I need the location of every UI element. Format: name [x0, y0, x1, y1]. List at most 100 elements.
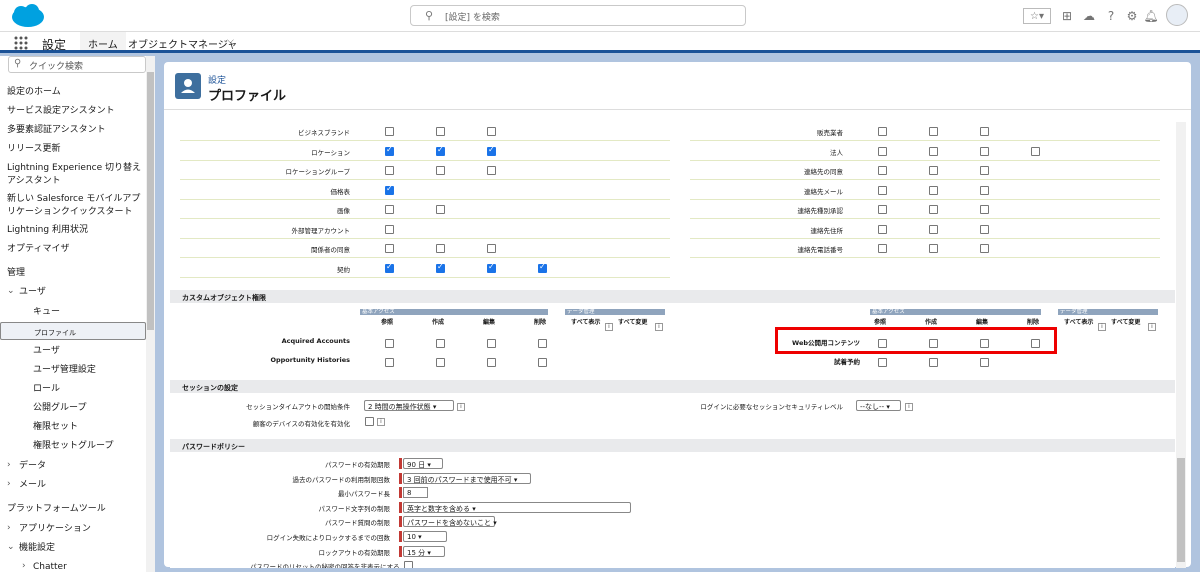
permission-checkbox[interactable] [980, 127, 989, 136]
tab-home[interactable]: ホーム [80, 32, 126, 53]
bell-icon[interactable]: 🔔︎ [1143, 8, 1159, 24]
sidebar-item-chatter[interactable]: Chatter [33, 561, 155, 572]
sidebar-subitem[interactable]: 公開グループ [33, 402, 155, 415]
permission-checkbox[interactable] [878, 166, 887, 175]
sidebar-item[interactable]: 多要素認証アシスタント [7, 124, 147, 137]
permission-checkbox[interactable] [487, 358, 496, 367]
permission-checkbox[interactable] [929, 166, 938, 175]
info-icon[interactable]: i [905, 403, 913, 411]
content-scroll-thumb[interactable] [1177, 458, 1185, 562]
permission-checkbox[interactable] [878, 127, 887, 136]
permission-checkbox[interactable] [538, 262, 547, 273]
permission-checkbox[interactable] [436, 262, 445, 273]
permission-checkbox[interactable] [929, 146, 938, 156]
permission-checkbox[interactable] [878, 358, 887, 367]
permission-checkbox[interactable] [436, 145, 445, 156]
sidebar-item[interactable]: Lightning 利用状況 [7, 224, 147, 237]
sidebar-item[interactable]: 新しい Salesforce モバイルアプリケーションクイックスタート [7, 193, 147, 219]
permission-checkbox[interactable] [878, 224, 887, 234]
permission-checkbox[interactable] [487, 145, 496, 156]
sidebar-scroll-thumb[interactable] [147, 72, 154, 330]
permission-checkbox[interactable] [980, 224, 989, 234]
permission-checkbox[interactable] [436, 127, 445, 136]
permission-checkbox[interactable] [538, 339, 547, 348]
permission-checkbox[interactable] [385, 262, 394, 273]
gear-icon[interactable]: ⚙ [1124, 8, 1140, 24]
quick-search-input[interactable]: ⚲ クイック検索 [8, 56, 146, 73]
trailhead-icon[interactable]: ☁ [1081, 8, 1097, 24]
permission-checkbox[interactable] [385, 145, 394, 156]
permission-checkbox[interactable] [487, 262, 496, 273]
permission-checkbox[interactable] [878, 244, 887, 253]
info-icon[interactable]: i [655, 323, 663, 331]
info-icon[interactable]: i [377, 418, 385, 426]
password-policy-select[interactable]: 10 ▾ [403, 531, 447, 542]
permission-checkbox[interactable] [385, 358, 394, 367]
sidebar-item[interactable]: オプティマイザ [7, 243, 147, 256]
password-policy-select[interactable]: 90 日 ▾ [403, 458, 443, 469]
avatar[interactable] [1166, 4, 1188, 26]
permission-checkbox[interactable] [878, 185, 887, 195]
permission-checkbox[interactable] [385, 244, 394, 253]
permission-checkbox[interactable] [929, 205, 938, 214]
permission-checkbox[interactable] [878, 146, 887, 156]
sidebar-item-users[interactable]: ユーザ [19, 286, 155, 299]
info-icon[interactable]: i [1148, 323, 1156, 331]
password-policy-select[interactable]: 3 回前のパスワードまで使用不可 ▾ [403, 472, 531, 484]
sidebar-item-mail[interactable]: メール [19, 479, 155, 492]
password-policy-select[interactable]: 英字と数字を含める ▾ [403, 501, 631, 513]
permission-checkbox[interactable] [878, 205, 887, 214]
permission-checkbox[interactable] [487, 244, 496, 253]
chevron-down-icon[interactable]: ⌄ [7, 542, 15, 552]
permission-checkbox[interactable] [436, 339, 445, 348]
add-plus-icon[interactable]: ⊞ [1059, 8, 1075, 24]
session-timeout-select[interactable]: 2 時間の無操作状態 ▾ [364, 400, 454, 411]
chevron-down-icon[interactable]: ⌵ [227, 36, 234, 46]
sidebar-item[interactable]: Lightning Experience 切り替えアシスタント [7, 162, 147, 188]
permission-checkbox[interactable] [929, 358, 938, 367]
sidebar-subitem[interactable]: キュー [33, 306, 155, 319]
permission-checkbox[interactable] [436, 205, 445, 214]
permission-checkbox[interactable] [929, 185, 938, 195]
permission-checkbox[interactable] [929, 127, 938, 136]
permission-checkbox[interactable] [980, 205, 989, 214]
permission-checkbox[interactable] [487, 127, 496, 136]
sidebar-item-data[interactable]: データ [19, 460, 155, 473]
sidebar-subitem[interactable]: ロール [33, 383, 155, 396]
global-search-input[interactable]: ⚲ [設定] を検索 [410, 5, 746, 26]
permission-checkbox[interactable] [436, 166, 445, 175]
permission-checkbox[interactable] [385, 127, 394, 136]
permission-checkbox[interactable] [980, 244, 989, 253]
chevron-right-icon[interactable]: › [7, 479, 11, 489]
permission-checkbox[interactable] [487, 339, 496, 348]
password-policy-select[interactable]: パスワードを含めないこと ▾ [403, 516, 497, 528]
sidebar-subitem[interactable]: 権限セット [33, 421, 155, 434]
sidebar-item[interactable]: リリース更新 [7, 143, 147, 156]
session-security-select[interactable]: --なし-- ▾ [856, 400, 901, 411]
info-icon[interactable]: i [605, 323, 613, 331]
permission-checkbox[interactable] [929, 244, 938, 253]
sidebar-subitem[interactable]: ユーザ [33, 345, 155, 358]
sidebar-item[interactable]: サービス設定アシスタント [7, 105, 147, 118]
permission-checkbox[interactable] [980, 146, 989, 156]
device-activation-checkbox[interactable] [365, 417, 374, 426]
sidebar-item-apps[interactable]: アプリケーション [19, 523, 155, 536]
permission-checkbox[interactable] [980, 185, 989, 195]
password-policy-select[interactable]: 15 分 ▾ [403, 545, 445, 557]
permission-checkbox[interactable] [385, 166, 394, 175]
permission-checkbox[interactable] [385, 205, 394, 214]
permission-checkbox[interactable] [487, 166, 496, 175]
permission-checkbox[interactable] [980, 166, 989, 175]
sidebar-item[interactable]: 設定のホーム [7, 86, 147, 99]
tab-object-manager[interactable]: オブジェクトマネージャ [128, 36, 237, 51]
favorites-star-icon[interactable]: ☆▾ [1023, 8, 1051, 24]
sidebar-subitem[interactable]: ユーザ管理設定 [33, 364, 155, 377]
sidebar-subitem[interactable]: 権限セットグループ [33, 440, 155, 453]
permission-checkbox[interactable] [929, 224, 938, 234]
help-icon[interactable]: ? [1103, 8, 1119, 24]
permission-checkbox[interactable] [385, 339, 394, 348]
chevron-right-icon[interactable]: › [7, 523, 11, 533]
permission-checkbox[interactable] [385, 224, 394, 234]
chevron-down-icon[interactable]: ⌄ [7, 286, 15, 296]
permission-checkbox[interactable] [436, 358, 445, 367]
